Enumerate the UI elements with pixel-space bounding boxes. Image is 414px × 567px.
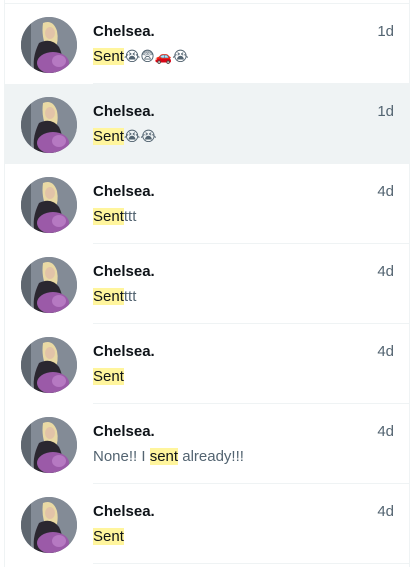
message-preview: Sent😭😨🚗😭: [93, 48, 189, 65]
timestamp: 4d: [377, 263, 394, 280]
search-highlight: sent: [149, 448, 179, 465]
search-highlight: Sent: [93, 208, 124, 225]
sender-name: Chelsea.: [93, 503, 155, 520]
avatar[interactable]: [21, 417, 77, 473]
avatar[interactable]: [21, 257, 77, 313]
conversation-item[interactable]: Chelsea. 4d None!! I sent already!!!: [5, 404, 409, 484]
timestamp: 4d: [377, 423, 394, 440]
message-preview: Sent: [93, 368, 124, 385]
timestamp: 4d: [377, 343, 394, 360]
message-preview: Sentttt: [93, 208, 136, 225]
search-highlight: Sent: [93, 288, 124, 305]
sender-name: Chelsea.: [93, 183, 155, 200]
sender-name: Chelsea.: [93, 23, 155, 40]
avatar[interactable]: [21, 337, 77, 393]
conversation-item-selected[interactable]: Chelsea. 1d Sent😭😭: [5, 84, 409, 164]
timestamp: 4d: [377, 183, 394, 200]
search-highlight: Sent: [93, 128, 124, 145]
conversation-item[interactable]: Chelsea. 4d Sentttt: [5, 244, 409, 324]
timestamp: 1d: [377, 103, 394, 120]
sender-name: Chelsea.: [93, 343, 155, 360]
row-divider: [93, 563, 409, 564]
preview-text: already!!!: [178, 448, 244, 465]
search-highlight: Sent: [93, 368, 124, 385]
avatar[interactable]: [21, 97, 77, 153]
search-highlight: Sent: [93, 528, 124, 545]
timestamp: 4d: [377, 503, 394, 520]
message-preview: Sent: [93, 528, 124, 545]
sender-name: Chelsea.: [93, 263, 155, 280]
conversation-list: Chelsea. 1d Sent😭😨🚗😭 Chelsea. 1d Sent😭😭 …: [4, 0, 410, 567]
message-preview: None!! I sent already!!!: [93, 448, 244, 465]
sender-name: Chelsea.: [93, 423, 155, 440]
search-highlight: Sent: [93, 48, 124, 65]
conversation-item[interactable]: Chelsea. 4d Sent: [5, 324, 409, 404]
message-preview: Sentttt: [93, 288, 136, 305]
avatar[interactable]: [21, 497, 77, 553]
conversation-item[interactable]: Chelsea. 4d Sentttt: [5, 164, 409, 244]
preview-text: ttt: [123, 288, 137, 305]
preview-text: None!! I: [93, 448, 150, 465]
emoji-text: 😭😨🚗😭: [123, 49, 189, 65]
avatar[interactable]: [21, 17, 77, 73]
sender-name: Chelsea.: [93, 103, 155, 120]
preview-text: ttt: [123, 208, 137, 225]
message-preview: Sent😭😭: [93, 128, 157, 145]
avatar[interactable]: [21, 177, 77, 233]
timestamp: 1d: [377, 23, 394, 40]
conversation-item[interactable]: Chelsea. 4d Sent: [5, 484, 409, 564]
emoji-text: 😭😭: [123, 129, 157, 145]
conversation-item[interactable]: Chelsea. 1d Sent😭😨🚗😭: [5, 4, 409, 84]
